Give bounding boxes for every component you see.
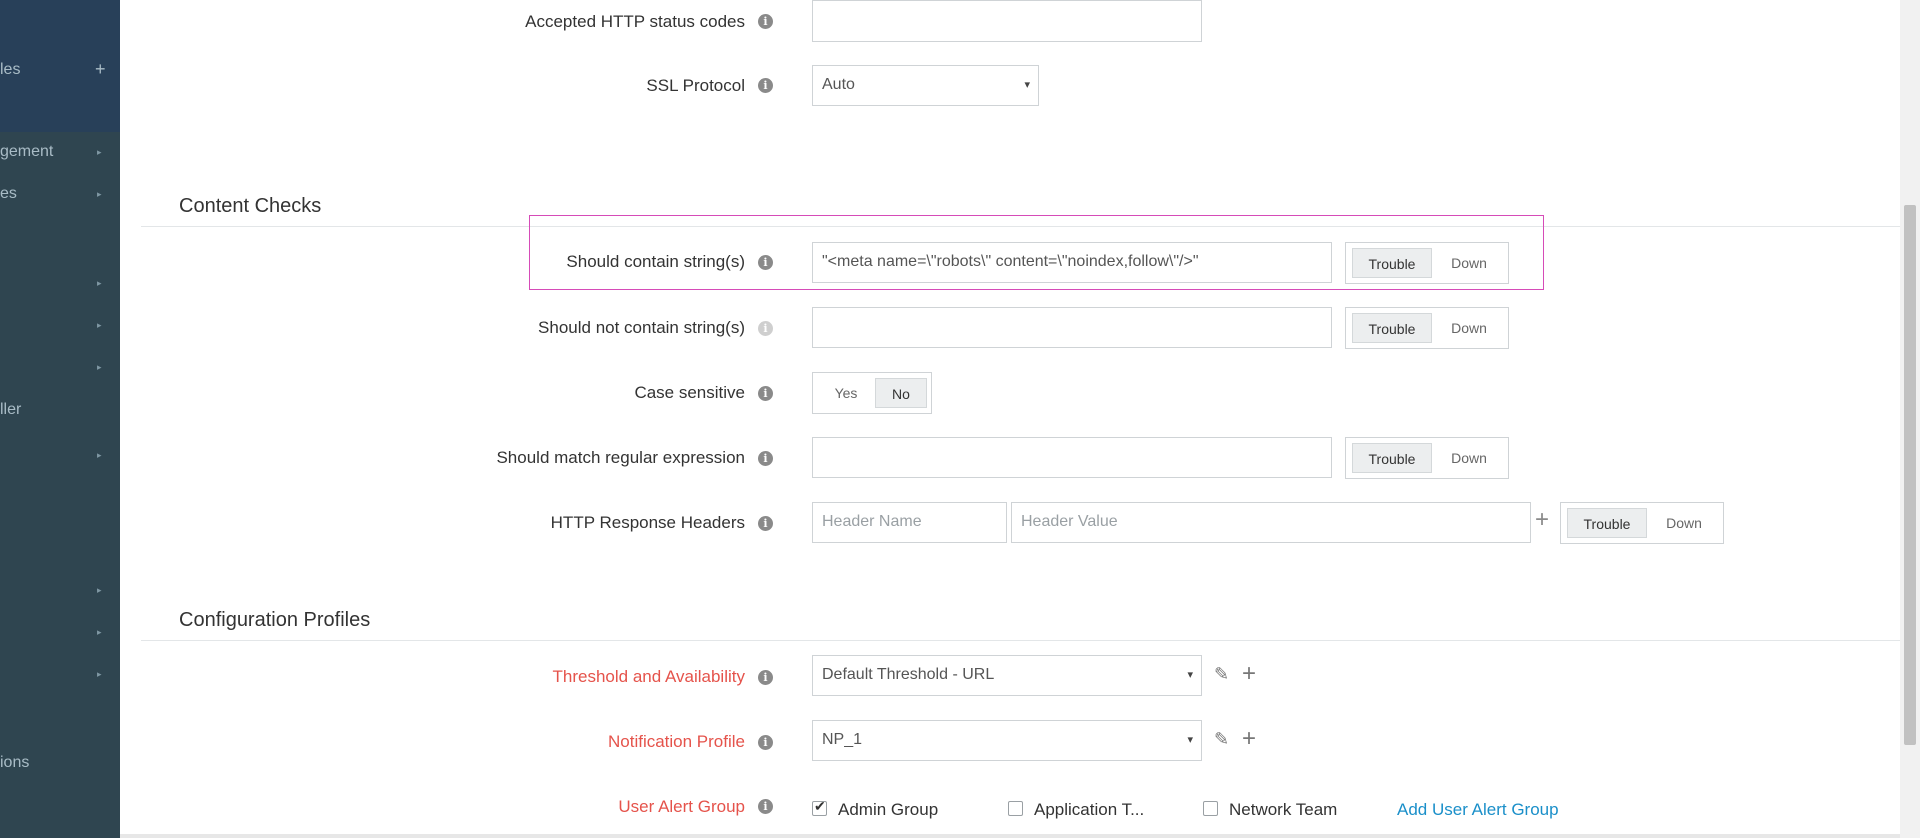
threshold-label: Threshold and Availability — [552, 667, 745, 686]
notification-profile-label: Notification Profile — [607, 732, 745, 751]
plus-icon[interactable]: + — [95, 57, 106, 81]
plus-icon[interactable]: + — [1242, 725, 1256, 753]
ssl-protocol-select[interactable]: Auto ▾ — [812, 65, 1039, 106]
header-value-input[interactable]: Header Value — [1011, 502, 1531, 543]
down-option[interactable]: Down — [1434, 443, 1504, 473]
trouble-option[interactable]: Trouble — [1567, 508, 1647, 538]
add-header-icon[interactable]: + — [1535, 506, 1549, 534]
down-option[interactable]: Down — [1434, 313, 1504, 343]
sidebar-item-11[interactable]: ions — [0, 751, 120, 775]
should-not-contain-severity-toggle[interactable]: Trouble Down — [1345, 307, 1509, 349]
user-alert-group-label: User Alert Group — [618, 797, 745, 816]
horizontal-scrollbar[interactable] — [120, 834, 1900, 838]
sidebar-item-label: gement — [0, 143, 54, 160]
chevron-right-icon: ▸ — [97, 147, 102, 157]
sidebar-item-label: es — [0, 185, 17, 202]
chevron-right-icon: ▸ — [97, 450, 102, 460]
chevron-right-icon: ▸ — [97, 585, 102, 595]
sidebar-item-2[interactable]: es ▸ — [0, 182, 120, 206]
sidebar-item-8[interactable]: ▸ — [0, 578, 120, 602]
sidebar-item-5[interactable]: ▸ — [0, 355, 120, 379]
sidebar-item-label: ions — [0, 754, 30, 771]
caret-down-icon: ▾ — [1187, 669, 1193, 681]
chevron-right-icon: ▸ — [97, 320, 102, 330]
application-team-label: Application T... — [1034, 800, 1145, 819]
sidebar-item-label: ller — [0, 401, 22, 418]
chevron-right-icon: ▸ — [97, 189, 102, 199]
notification-profile-value: NP_1 — [822, 731, 863, 748]
regex-input[interactable] — [812, 437, 1332, 478]
threshold-select[interactable]: Default Threshold - URL ▾ — [812, 655, 1202, 696]
sidebar-item-0[interactable]: les + — [0, 58, 120, 82]
no-option[interactable]: No — [875, 378, 927, 408]
chevron-right-icon: ▸ — [97, 362, 102, 372]
check-icon: ✔ — [814, 798, 826, 814]
admin-group-label: Admin Group — [838, 800, 939, 819]
sidebar-item-3[interactable]: ▸ — [0, 271, 120, 295]
caret-down-icon: ▾ — [1187, 734, 1193, 746]
network-team-label: Network Team — [1229, 800, 1338, 819]
sidebar-item-10[interactable]: ▸ — [0, 662, 120, 686]
headers-severity-toggle[interactable]: Trouble Down — [1560, 502, 1724, 544]
accepted-status-input[interactable] — [812, 0, 1202, 42]
sidebar-item-label: les — [0, 61, 21, 78]
case-sensitive-label: Case sensitive — [634, 383, 745, 402]
case-sensitive-toggle[interactable]: Yes No — [812, 372, 932, 414]
info-icon[interactable]: i — [758, 386, 773, 401]
should-not-contain-label: Should not contain string(s) — [538, 318, 745, 337]
content-checks-title: Content Checks — [179, 195, 322, 217]
caret-down-icon: ▾ — [1024, 79, 1030, 91]
pencil-icon[interactable]: ✎ — [1214, 664, 1229, 685]
annotation-highlight — [529, 215, 1544, 290]
sidebar-item-4[interactable]: ▸ — [0, 313, 120, 337]
ssl-protocol-label: SSL Protocol — [646, 76, 745, 95]
chevron-right-icon: ▸ — [97, 278, 102, 288]
header-name-input[interactable]: Header Name — [812, 502, 1007, 543]
down-option[interactable]: Down — [1649, 508, 1719, 538]
notification-profile-select[interactable]: NP_1 ▾ — [812, 720, 1202, 761]
info-icon[interactable]: i — [758, 516, 773, 531]
regex-severity-toggle[interactable]: Trouble Down — [1345, 437, 1509, 479]
sidebar-item-9[interactable]: ▸ — [0, 620, 120, 644]
info-icon[interactable]: i — [758, 321, 773, 336]
sidebar-item-7[interactable]: ▸ — [0, 443, 120, 467]
chevron-right-icon: ▸ — [97, 627, 102, 637]
regex-label: Should match regular expression — [496, 448, 745, 467]
admin-group-checkbox[interactable]: ✔ — [812, 798, 827, 816]
threshold-value: Default Threshold - URL — [822, 666, 995, 683]
application-team-checkbox[interactable] — [1008, 801, 1023, 816]
trouble-option[interactable]: Trouble — [1352, 313, 1432, 343]
sidebar-item-6[interactable]: ller — [0, 398, 120, 422]
info-icon[interactable]: i — [758, 670, 773, 685]
chevron-right-icon: ▸ — [97, 669, 102, 679]
accepted-status-label: Accepted HTTP status codes — [525, 12, 745, 31]
pencil-icon[interactable]: ✎ — [1214, 729, 1229, 750]
section-divider — [141, 640, 1920, 641]
network-team-checkbox[interactable] — [1203, 801, 1218, 816]
info-icon[interactable]: i — [758, 14, 773, 29]
should-not-contain-input[interactable] — [812, 307, 1332, 348]
yes-option[interactable]: Yes — [819, 378, 873, 408]
scrollbar-thumb[interactable] — [1904, 205, 1916, 745]
info-icon[interactable]: i — [758, 78, 773, 93]
info-icon[interactable]: i — [758, 451, 773, 466]
response-headers-label: HTTP Response Headers — [550, 513, 745, 532]
add-user-alert-group-link[interactable]: Add User Alert Group — [1397, 800, 1559, 820]
sidebar: les + gement ▸ es ▸ ▸ ▸ ▸ ller ▸ ▸ ▸ ▸ i… — [0, 0, 120, 838]
configuration-profiles-title: Configuration Profiles — [179, 609, 371, 631]
ssl-protocol-value: Auto — [822, 76, 855, 93]
plus-icon[interactable]: + — [1242, 660, 1256, 688]
main-form: Accepted HTTP status codes i SSL Protoco… — [120, 0, 1920, 838]
info-icon[interactable]: i — [758, 799, 773, 814]
trouble-option[interactable]: Trouble — [1352, 443, 1432, 473]
sidebar-item-1[interactable]: gement ▸ — [0, 140, 120, 164]
info-icon[interactable]: i — [758, 735, 773, 750]
